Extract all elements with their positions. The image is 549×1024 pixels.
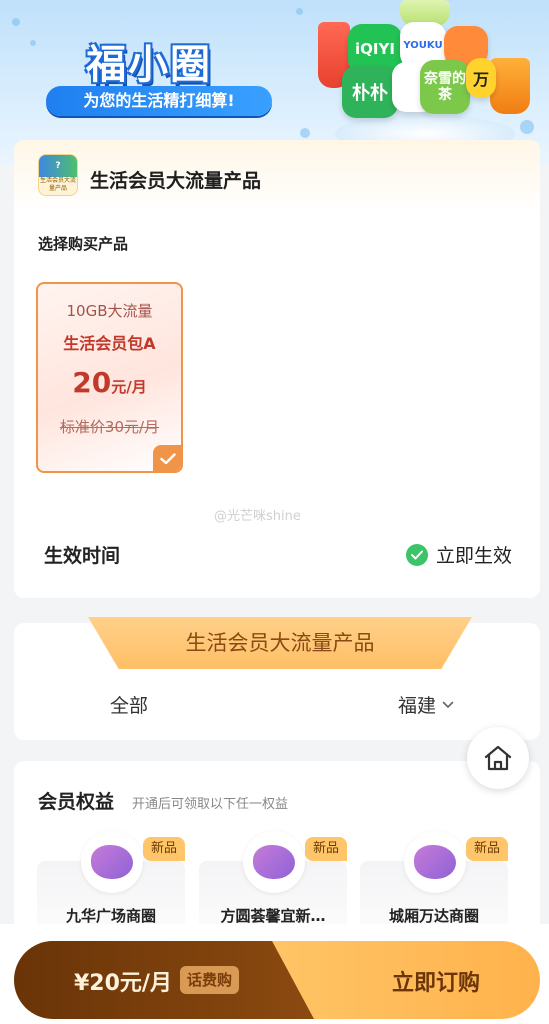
product-name: 生活会员包A	[63, 334, 156, 353]
benefit-name: 方圆荟馨宜新…	[220, 907, 326, 925]
new-badge: 新品	[305, 837, 347, 861]
bubble-decoration	[300, 128, 310, 138]
app-tile-naixue: 奈雪的茶	[420, 60, 470, 114]
watermark: @光芒咪shine	[214, 509, 301, 524]
region-dropdown[interactable]: 福建	[398, 691, 454, 718]
app-tile-yellow: 万	[466, 58, 496, 98]
price-value: 20	[72, 366, 112, 399]
effective-time-label: 生效时间	[44, 545, 121, 567]
product-price: 20元/月	[38, 366, 181, 399]
effective-time-value: 立即生效	[435, 545, 512, 567]
benefits-subtitle: 开通后可领取以下任一权益	[132, 797, 289, 812]
effective-time-option[interactable]: 立即生效	[405, 541, 512, 568]
home-button[interactable]	[467, 727, 529, 789]
logo-mark: ?	[39, 155, 77, 177]
filter-card: 生活会员大流量产品 全部 福建	[14, 617, 540, 740]
benefits-title: 会员权益	[38, 791, 115, 813]
bubble-decoration	[520, 120, 534, 134]
bubble-decoration	[296, 8, 303, 15]
filter-all-tab[interactable]: 全部	[110, 691, 148, 718]
new-badge: 新品	[143, 837, 185, 861]
new-badge: 新品	[466, 837, 508, 861]
product-logo: ? 生活会员大流量产品	[38, 154, 78, 196]
chevron-down-icon	[442, 701, 454, 708]
product-card-title: 生活会员大流量产品	[90, 170, 262, 192]
drink-cup-decoration	[490, 58, 530, 114]
benefit-logo	[243, 831, 305, 893]
selected-check-icon	[153, 445, 181, 471]
check-circle-icon	[405, 543, 428, 566]
benefit-logo	[404, 831, 466, 893]
purchase-bar: ¥20元/月 话费购 立即订购	[14, 941, 540, 1019]
subscribe-button[interactable]: 立即订购	[392, 965, 480, 997]
bubble-decoration	[30, 40, 36, 46]
mall-logo-icon	[91, 845, 133, 879]
benefit-name: 九华广场商圈	[65, 907, 156, 925]
home-icon	[484, 745, 512, 771]
select-product-label: 选择购买产品	[38, 235, 129, 253]
filter-ribbon-title: 生活会员大流量产品	[185, 631, 375, 655]
logo-label: 生活会员大流量产品	[39, 177, 76, 192]
mall-logo-icon	[253, 845, 295, 879]
price-unit: 元/月	[111, 378, 147, 396]
brand-title: 福小圈	[86, 42, 212, 88]
benefit-name: 城厢万达商圈	[388, 907, 479, 925]
original-price: 标准价30元/月	[59, 418, 160, 436]
bubble-decoration	[12, 18, 20, 26]
mall-logo-icon	[414, 845, 456, 879]
app-tile-pupu: 朴朴	[342, 66, 398, 118]
brand-slogan: 为您的生活精打细算!	[46, 86, 272, 116]
region-label: 福建	[397, 695, 436, 717]
benefit-logo	[81, 831, 143, 893]
product-data-amount: 10GB大流量	[66, 302, 153, 320]
product-card: ? 生活会员大流量产品 生活会员大流量产品 选择购买产品 10GB大流量 生活会…	[14, 140, 540, 598]
product-option-a[interactable]: 10GB大流量 生活会员包A 20元/月 标准价30元/月	[36, 282, 183, 473]
payment-method-tag: 话费购	[180, 966, 240, 994]
bottom-price: ¥20元/月	[74, 971, 172, 996]
